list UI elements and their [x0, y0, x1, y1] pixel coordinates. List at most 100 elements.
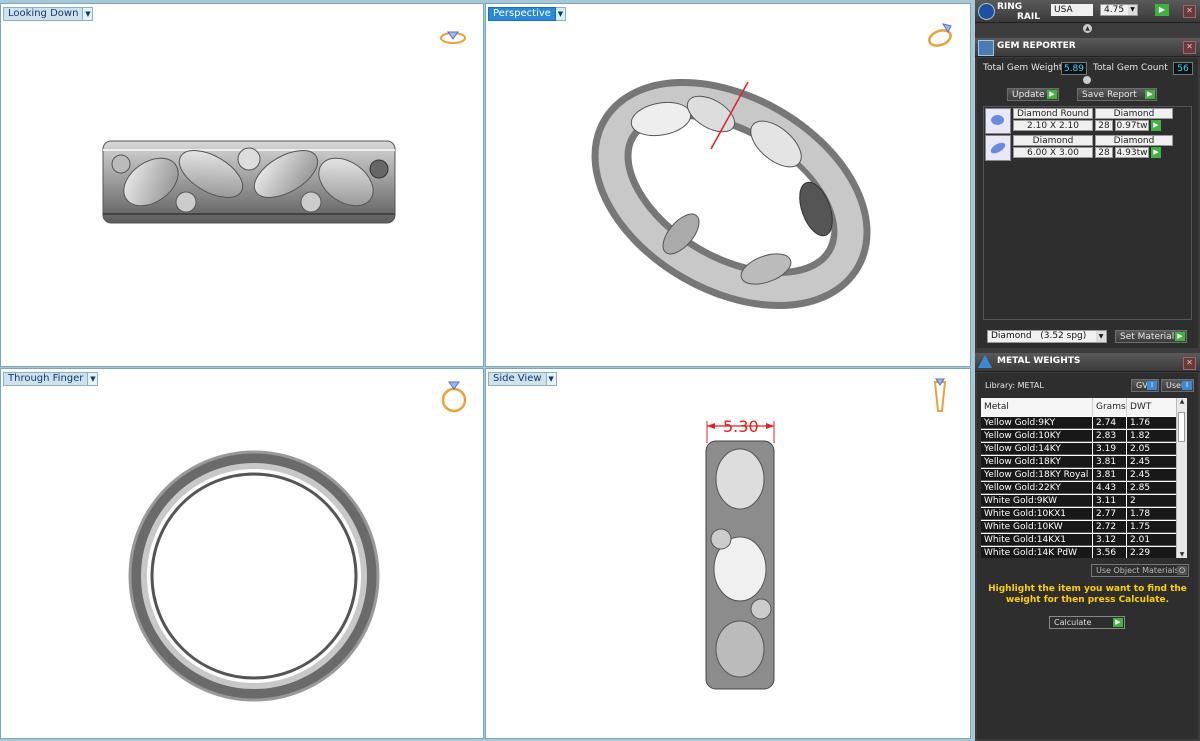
gem-count: 28 [1095, 147, 1113, 158]
close-icon[interactable]: ✕ [1183, 5, 1196, 18]
ring-size-go-button[interactable]: ▶ [1155, 4, 1169, 16]
table-row[interactable]: Yellow Gold:10KY 2.83 1.82 [981, 430, 1187, 443]
table-row[interactable]: White Gold:14KX1 3.12 2.01 [981, 534, 1187, 547]
table-row[interactable]: Yellow Gold:22KY 4.43 2.85 [981, 482, 1187, 495]
close-icon[interactable]: ✕ [1183, 357, 1196, 370]
material-select[interactable]: Diamond (3.52 spg) ▼ [987, 330, 1107, 343]
size-system-select[interactable]: USA [1051, 4, 1093, 16]
gem-reporter-title: GEM REPORTER [997, 41, 1076, 51]
total-gem-weight-value: 5.89 [1061, 62, 1087, 75]
gem-size: 2.10 X 2.10 [1013, 120, 1093, 131]
gem-shape: Diamond Round [1013, 108, 1093, 119]
column-header-dwt[interactable]: DWT [1127, 398, 1177, 416]
table-row[interactable]: Yellow Gold:18KY 3.81 2.45 [981, 456, 1187, 469]
update-button[interactable]: Update ▶ [1007, 88, 1059, 101]
viewport-through-finger[interactable]: Through Finger ▼ [0, 368, 484, 739]
gem-row[interactable]: Diamond Marquise Diamond 6.00 X 3.00 28 … [985, 135, 1175, 161]
metal-name-cell: White Gold:14KX1 [981, 534, 1092, 546]
collapse-handle[interactable]: ▲ [1083, 24, 1092, 33]
metal-name-cell: White Gold:10KX1 [981, 508, 1092, 520]
dimension-label: 5.30 [723, 417, 759, 436]
metal-name-cell: Yellow Gold:9KY [981, 417, 1092, 429]
scroll-down-icon[interactable]: ▼ [1177, 551, 1187, 558]
viewport-looking-down[interactable]: Looking Down ▼ [0, 3, 484, 367]
viewport-side-view[interactable]: Side View ▼ 5.30 [485, 368, 971, 739]
dwt-cell: 2.45 [1127, 469, 1176, 481]
metal-name-cell: White Gold:14K PdW [981, 547, 1092, 558]
dwt-cell: 1.76 [1127, 417, 1176, 429]
calculate-button[interactable]: Calculate ▶ [1049, 616, 1125, 629]
grams-cell: 3.81 [1093, 469, 1126, 481]
column-header-grams[interactable]: Grams [1093, 398, 1127, 416]
metal-name-cell: White Gold:9KW [981, 495, 1092, 507]
table-row[interactable]: Yellow Gold:9KY 2.74 1.76 [981, 417, 1187, 430]
viewport-perspective[interactable]: Perspective ▼ [485, 3, 971, 367]
ring-rail-icon [978, 3, 995, 20]
dwt-cell: 1.75 [1127, 521, 1176, 533]
gem-row-go-button[interactable]: ▶ [1151, 120, 1161, 131]
metal-name-cell: Yellow Gold:14KY [981, 443, 1092, 455]
table-row[interactable]: White Gold:9KW 3.11 2 [981, 495, 1187, 508]
ring-through-finger-render [128, 450, 380, 702]
gem-reporter-panel: Total Gem Weight 5.89 Total Gem Count 56… [977, 58, 1198, 348]
metal-name-cell: White Gold:10KW [981, 521, 1092, 533]
set-material-button[interactable]: Set Material ▶ [1115, 330, 1187, 343]
right-panel: RING RAIL USA 4.75 ▼ ▶ ✕ ▲ GEM REPORTER ✕ … [975, 0, 1200, 741]
dwt-cell: 1.78 [1127, 508, 1176, 520]
gem-reporter-header: GEM REPORTER ✕ [975, 38, 1200, 57]
gem-weight: 4.93tw [1115, 147, 1149, 158]
ring-size-input[interactable]: 4.75 ▼ [1100, 4, 1138, 16]
metal-name-cell: Yellow Gold:22KY [981, 482, 1092, 494]
gem-row-go-button[interactable]: ▶ [1151, 147, 1161, 158]
grams-cell: 3.12 [1093, 534, 1126, 546]
gem-row[interactable]: Diamond Round Diamond 2.10 X 2.10 28 0.9… [985, 108, 1175, 134]
ring-perspective-render [591, 79, 871, 309]
collapse-handle[interactable] [1083, 76, 1091, 84]
total-gem-weight-label: Total Gem Weight [983, 63, 1063, 73]
dwt-cell: 1.82 [1127, 430, 1176, 442]
gem-material: Diamond [1095, 135, 1173, 146]
dwt-cell: 2 [1127, 495, 1176, 507]
table-scrollbar[interactable]: ▲ ▼ [1176, 398, 1187, 558]
gem-size: 6.00 X 3.00 [1013, 147, 1093, 158]
grams-cell: 2.72 [1093, 521, 1126, 533]
dwt-cell: 2.45 [1127, 456, 1176, 468]
grams-cell: 3.11 [1093, 495, 1126, 507]
ring-rail-bar: RING RAIL USA 4.75 ▼ ▶ ✕ [975, 0, 1200, 23]
chevron-down-icon[interactable]: ▼ [1096, 331, 1106, 342]
metal-weights-title: METAL WEIGHTS [997, 356, 1081, 366]
close-icon[interactable]: ✕ [1183, 41, 1196, 54]
metal-weights-panel: Library: METAL GV I User I Metal Grams DWT… [977, 373, 1198, 739]
round-gem-icon [985, 108, 1011, 134]
total-gem-count-value: 56 [1173, 62, 1193, 75]
column-header-metal[interactable]: Metal [981, 398, 1093, 416]
user-button[interactable]: User I [1161, 379, 1194, 392]
table-row[interactable]: Yellow Gold:18KY Royal 3.81 2.45 [981, 469, 1187, 482]
table-row[interactable]: Yellow Gold:14KY 3.19 2.05 [981, 443, 1187, 456]
gv-button[interactable]: GV I [1131, 379, 1159, 392]
gem-weight: 0.97tw [1115, 120, 1149, 131]
dwt-cell: 2.85 [1127, 482, 1176, 494]
grams-cell: 3.81 [1093, 456, 1126, 468]
grams-cell: 2.74 [1093, 417, 1126, 429]
ring-top-render [102, 140, 396, 224]
dwt-cell: 2.29 [1127, 547, 1176, 558]
dwt-cell: 2.01 [1127, 534, 1176, 546]
dwt-cell: 2.05 [1127, 443, 1176, 455]
table-row[interactable]: White Gold:14K PdW 3.56 2.29 [981, 547, 1187, 558]
ring-rail-title: RING RAIL [997, 2, 1040, 22]
grams-cell: 4.43 [1093, 482, 1126, 494]
calculate-hint: Highlight the item you want to find the … [988, 584, 1187, 605]
chevron-down-icon[interactable]: ▼ [1128, 5, 1137, 15]
grams-cell: 2.77 [1093, 508, 1126, 520]
table-row[interactable]: White Gold:10KX1 2.77 1.78 [981, 508, 1187, 521]
save-report-button[interactable]: Save Report ▶ [1077, 88, 1157, 101]
metal-weights-icon [978, 355, 992, 368]
use-object-materials-button[interactable]: Use Object Materials ○ [1091, 564, 1189, 577]
scroll-up-icon[interactable]: ▲ [1177, 398, 1187, 405]
metal-table[interactable]: Metal Grams DWT Yellow Gold:9KY 2.74 1.76 Y… [981, 398, 1187, 558]
grams-cell: 2.83 [1093, 430, 1126, 442]
gem-reporter-icon [978, 40, 994, 56]
scroll-thumb[interactable] [1178, 412, 1185, 442]
table-row[interactable]: White Gold:10KW 2.72 1.75 [981, 521, 1187, 534]
